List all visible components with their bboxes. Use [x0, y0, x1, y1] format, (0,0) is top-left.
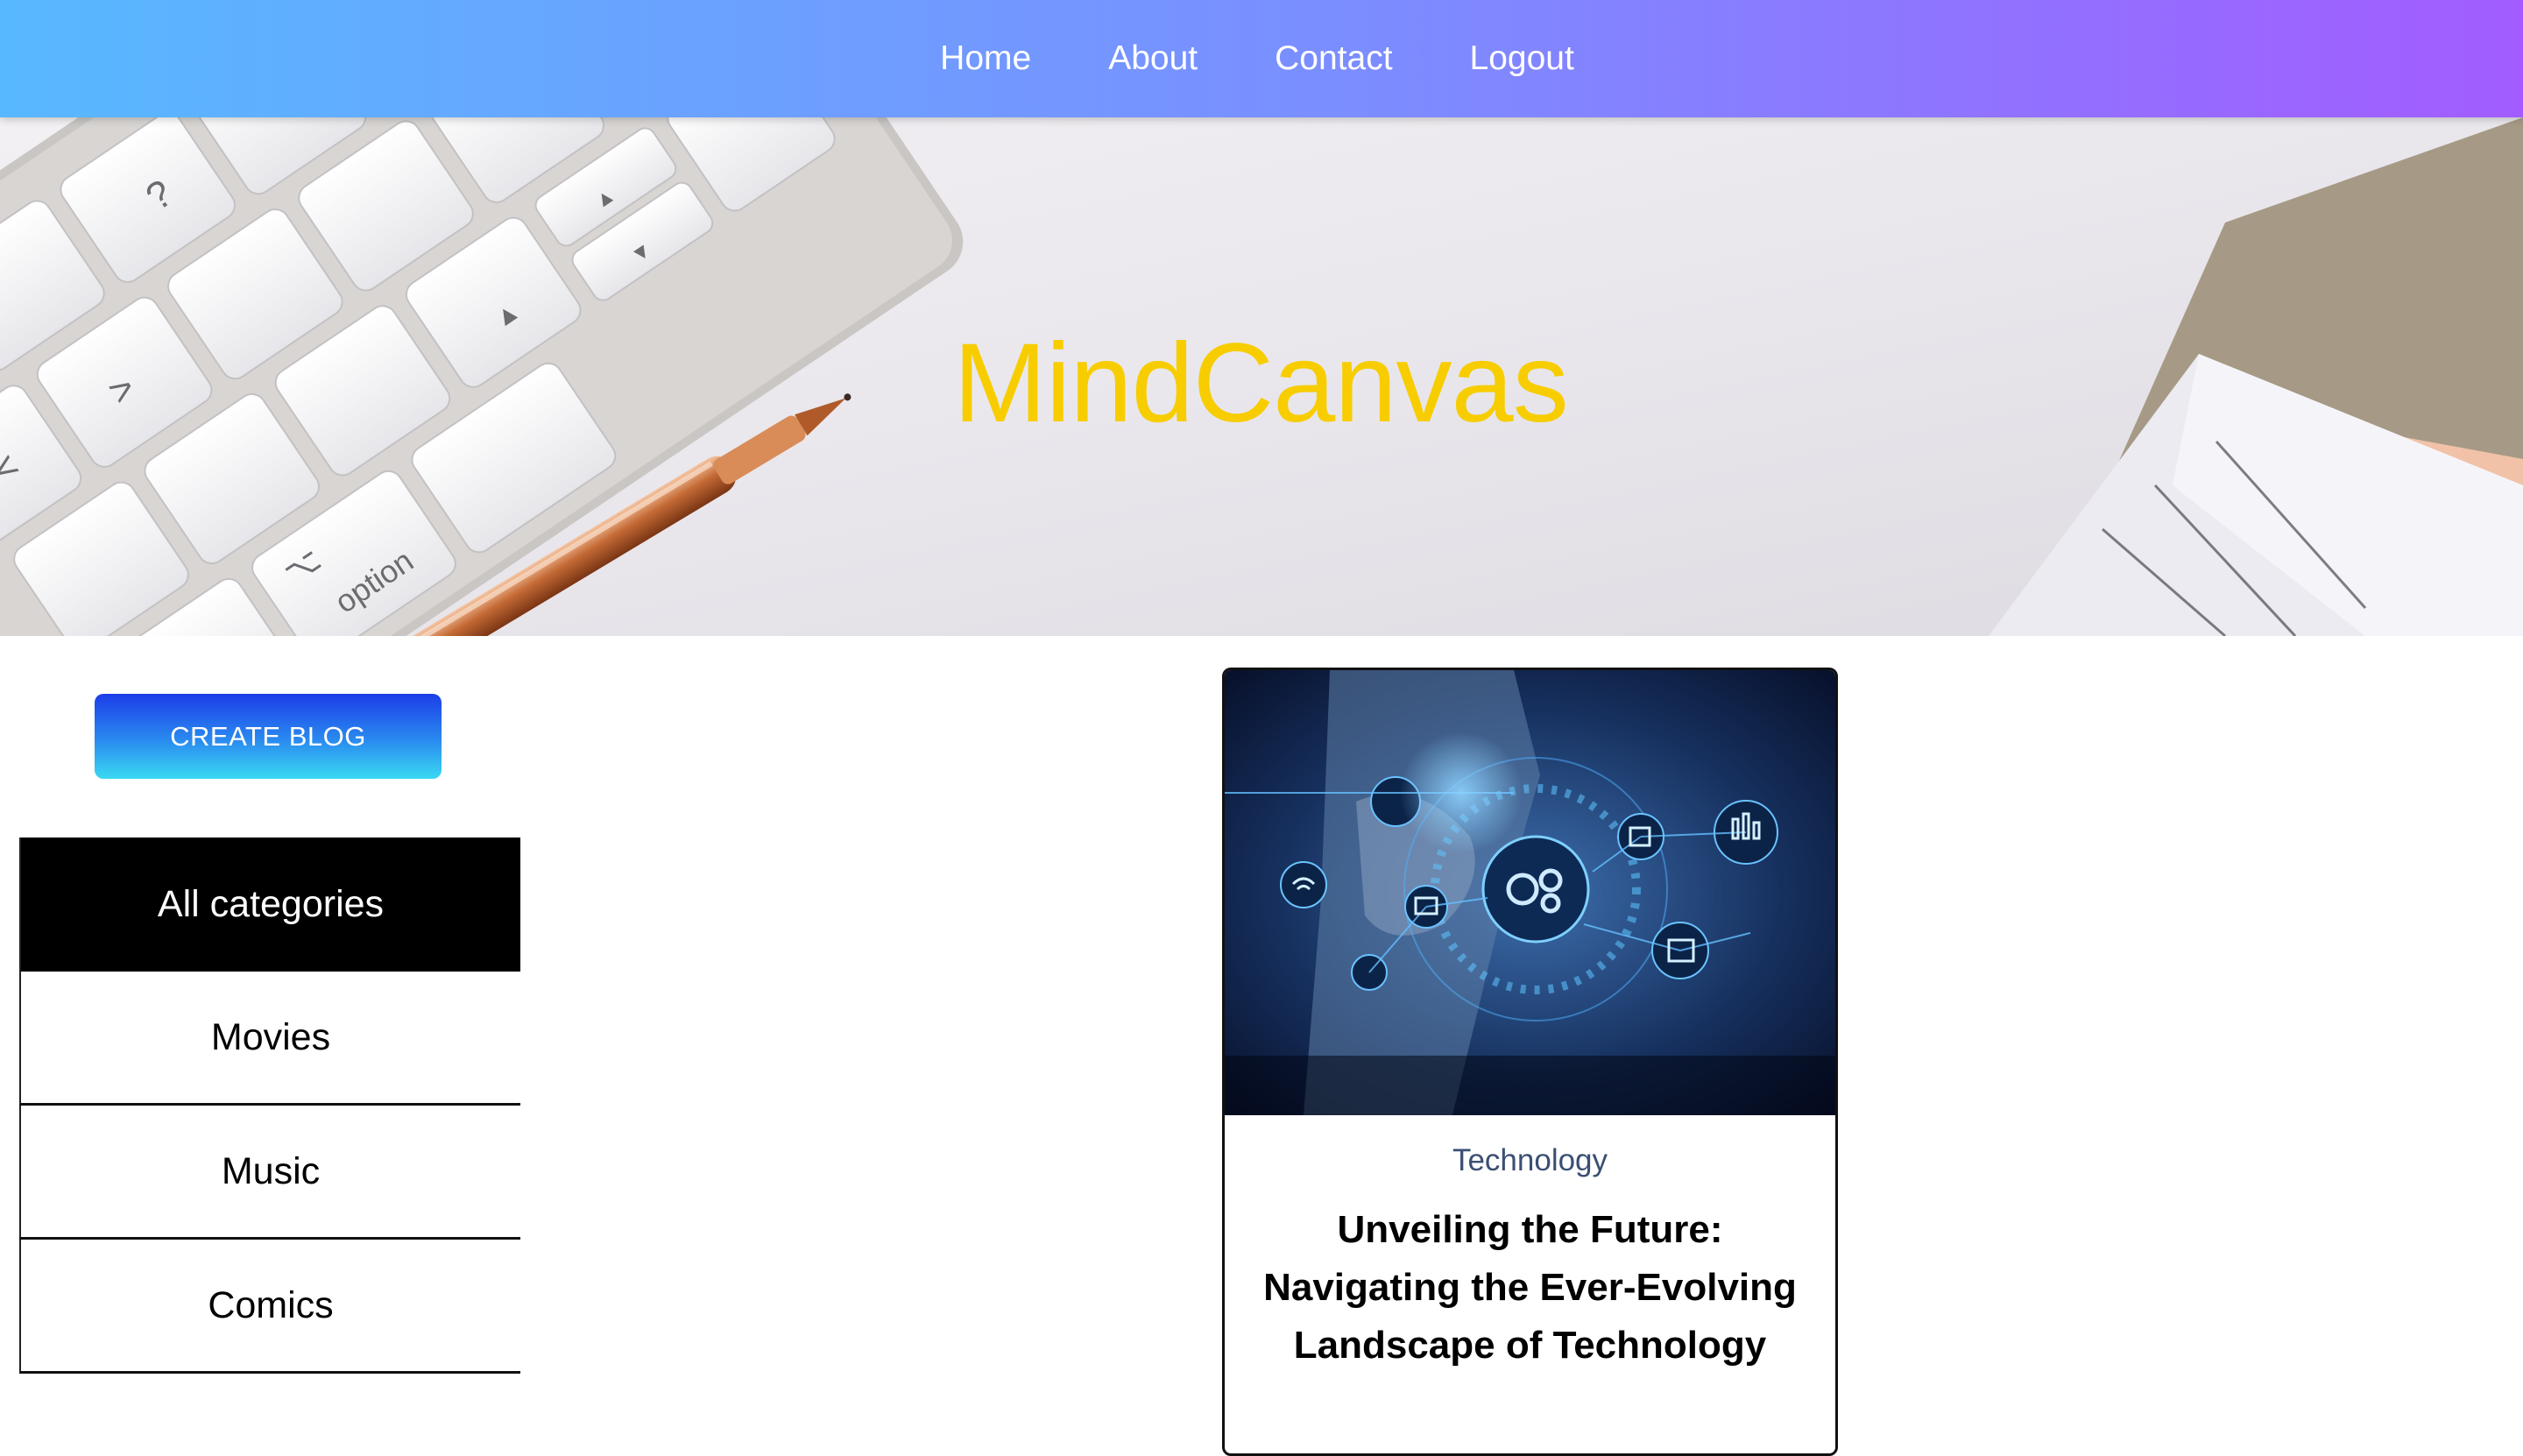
top-navbar: Home About Contact Logout — [0, 0, 2523, 117]
category-item-comics[interactable]: Comics — [19, 1240, 520, 1374]
category-item-music[interactable]: Music — [19, 1106, 520, 1240]
blog-card-category: Technology — [1452, 1143, 1608, 1177]
nav-link-contact[interactable]: Contact — [1275, 39, 1392, 77]
category-item-all[interactable]: All categories — [19, 838, 520, 972]
blog-card-title[interactable]: Unveiling the Future: Navigating the Eve… — [1237, 1201, 1823, 1375]
create-blog-button[interactable]: CREATE BLOG — [95, 694, 442, 779]
blog-card-image — [1225, 670, 1835, 1115]
category-item-movies[interactable]: Movies — [19, 972, 520, 1106]
nav-link-home[interactable]: Home — [940, 39, 1031, 77]
nav-link-about[interactable]: About — [1108, 39, 1198, 77]
site-title: MindCanvas — [953, 321, 1568, 446]
category-list: All categories Movies Music Comics — [19, 838, 520, 1374]
blog-card[interactable]: Technology Unveiling the Future: Navigat… — [1222, 668, 1838, 1456]
nav-link-logout[interactable]: Logout — [1470, 39, 1574, 77]
hero-banner: L ? > < ▲ ▲ ▼ ⌘ command ⌥ option — [0, 117, 2523, 636]
nav-list: Home About Contact Logout — [940, 39, 1574, 78]
